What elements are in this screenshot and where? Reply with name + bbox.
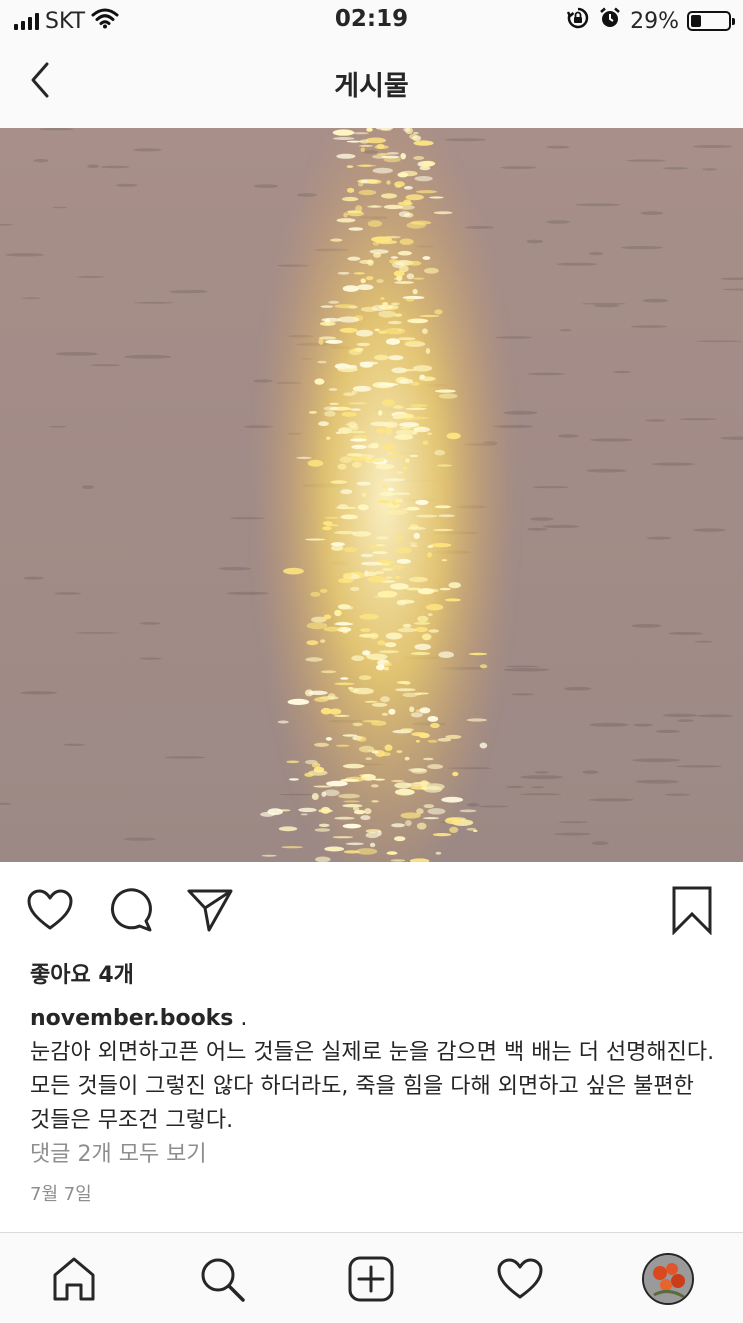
status-bar: SKT 02:19 <box>0 0 743 42</box>
battery-fill <box>691 15 701 27</box>
status-right: 29% <box>566 6 731 36</box>
rotation-lock-icon <box>566 6 590 36</box>
tab-bar <box>0 1232 743 1323</box>
sea-sunlight-photo <box>0 128 743 862</box>
post-date: 7월 7일 <box>30 1180 92 1206</box>
nav-bar: 게시물 <box>0 42 743 129</box>
activity-heart-icon[interactable] <box>494 1253 546 1305</box>
battery-percent: 29% <box>630 9 679 34</box>
battery-icon <box>687 11 731 31</box>
post-actions <box>0 880 743 940</box>
post-caption: november.books . 눈감아 외면하고픈 어느 것들은 실제로 눈을… <box>30 1002 720 1138</box>
username-suffix: . <box>233 1006 247 1031</box>
page-title: 게시물 <box>0 64 743 103</box>
add-post-icon[interactable] <box>345 1253 397 1305</box>
comment-icon[interactable] <box>104 884 156 936</box>
avatar <box>642 1253 694 1305</box>
heart-icon[interactable] <box>24 884 76 936</box>
view-comments-link[interactable]: 댓글 2개 모두 보기 <box>30 1136 207 1168</box>
share-icon[interactable] <box>184 884 236 936</box>
likes-count[interactable]: 좋아요 4개 <box>30 957 134 989</box>
profile-avatar[interactable] <box>642 1253 694 1305</box>
caption-text: 눈감아 외면하고픈 어느 것들은 실제로 눈을 감으면 백 배는 더 선명해진다… <box>30 1040 714 1133</box>
caption-username[interactable]: november.books <box>30 1006 233 1031</box>
alarm-icon <box>598 6 622 36</box>
bookmark-icon[interactable] <box>666 884 718 936</box>
home-icon[interactable] <box>48 1253 100 1305</box>
search-icon[interactable] <box>196 1253 248 1305</box>
post-image[interactable] <box>0 128 743 862</box>
